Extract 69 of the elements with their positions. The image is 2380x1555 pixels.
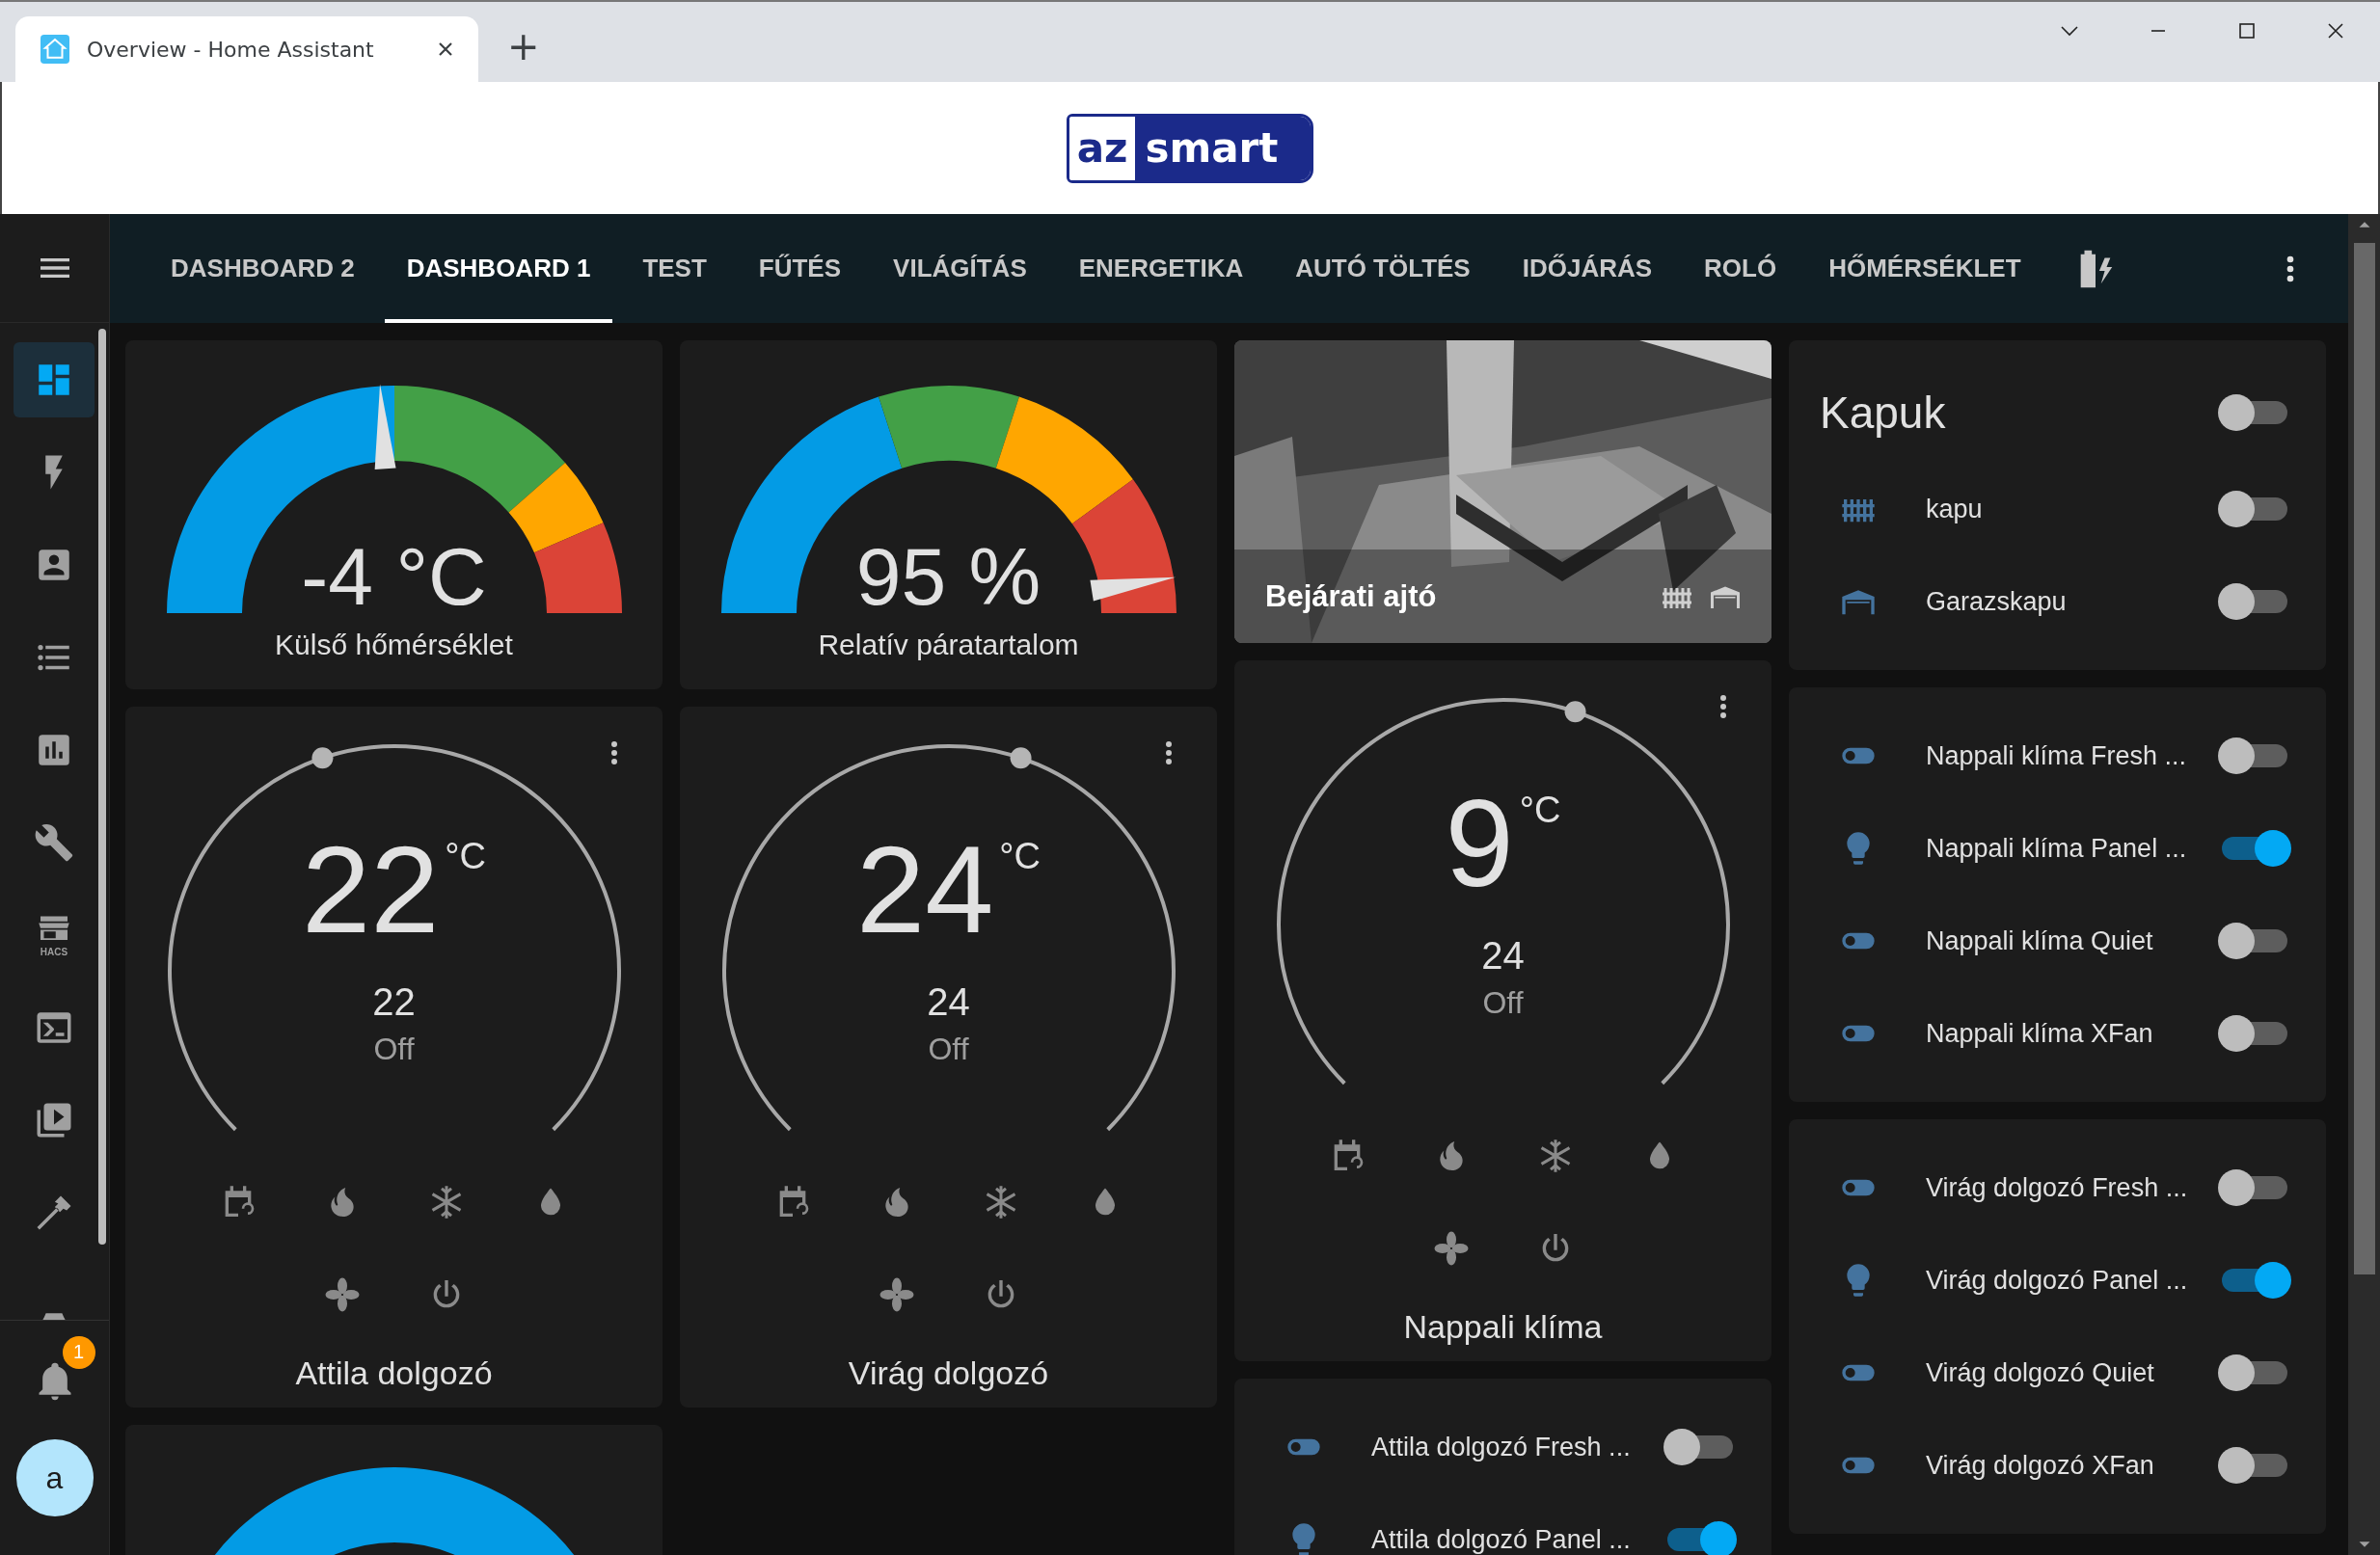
- user-avatar[interactable]: a: [15, 1439, 94, 1517]
- current-temperature: 22: [372, 980, 416, 1024]
- entity-name: Virág dolgozó Panel ...: [1926, 1265, 2189, 1296]
- scrollbar[interactable]: [2353, 243, 2375, 1274]
- dashboard-tab[interactable]: TEST: [620, 214, 729, 323]
- dial-handle[interactable]: [311, 747, 333, 769]
- entity-name: Virág dolgozó Quiet: [1926, 1357, 2155, 1388]
- browser-tab[interactable]: Overview - Home Assistant: [15, 16, 478, 82]
- thermostat-name: Nappali klíma: [1403, 1308, 1603, 1346]
- new-tab-button[interactable]: +: [498, 23, 550, 68]
- camera-name: Bejárati ajtó: [1265, 578, 1437, 614]
- dashboard-tab[interactable]: DASHBOARD 1: [384, 214, 613, 323]
- gauge-value: -4 °C: [301, 536, 487, 617]
- temperature-unit: °C: [1519, 790, 1561, 831]
- toggle-switch[interactable]: [1663, 1428, 1733, 1466]
- sidebar-item[interactable]: HACS: [14, 898, 95, 973]
- target-temperature: 24: [856, 828, 994, 952]
- entity-name: kapu: [1926, 494, 1984, 524]
- dial-handle[interactable]: [1564, 701, 1586, 723]
- thermostat-name: Virág dolgozó: [848, 1354, 1049, 1392]
- toggle-switch[interactable]: [2218, 1168, 2287, 1207]
- dashboard-tab[interactable]: ENERGETIKA: [1056, 214, 1266, 323]
- toggle-switch[interactable]: [2218, 922, 2287, 960]
- dashboard-tab[interactable]: HŐMÉRSÉKLET: [1806, 214, 2043, 323]
- toggle-switch[interactable]: [2218, 1354, 2287, 1392]
- target-temperature: 22: [302, 828, 440, 952]
- entity-name: Attila dolgozó Fresh ...: [1371, 1432, 1632, 1462]
- entity-name: Nappali klíma Panel ...: [1926, 833, 2188, 864]
- toggle-switch[interactable]: [2218, 393, 2287, 432]
- dial-handle[interactable]: [1010, 747, 1032, 769]
- wrench-icon: [34, 822, 74, 863]
- entity-name: Nappali klíma Quiet: [1926, 925, 2154, 956]
- gauge-label: Külső hőmérséklet: [275, 629, 513, 661]
- toggle-switch[interactable]: [2218, 582, 2287, 621]
- sidebar-item[interactable]: [14, 342, 95, 417]
- toggle-switch[interactable]: [2218, 737, 2287, 775]
- entity-name: Virág dolgozó XFan: [1926, 1450, 2155, 1481]
- dashboard-tab[interactable]: IDŐJÁRÁS: [1500, 214, 1675, 323]
- notification-badge: 1: [62, 1335, 95, 1369]
- target-temperature: 9: [1445, 782, 1514, 905]
- tab-title: Overview - Home Assistant: [87, 37, 375, 62]
- toggle-switch[interactable]: [2218, 1014, 2287, 1053]
- entity-name: Garazskapu: [1926, 586, 2068, 617]
- camera-card[interactable]: Bejárati ajtó: [1234, 340, 1771, 643]
- gauge-label: Relatív páratartalom: [818, 629, 1079, 661]
- house-icon: [41, 35, 69, 64]
- dashboard-tab[interactable]: VILÁGÍTÁS: [871, 214, 1049, 323]
- toggle-switch[interactable]: [2218, 490, 2287, 528]
- hvac-state: Off: [928, 1032, 969, 1067]
- hvac-state: Off: [1482, 985, 1524, 1021]
- hvac-state: Off: [373, 1032, 415, 1067]
- gauge-value: 95 %: [855, 536, 1041, 617]
- entity-name: Attila dolgozó Panel ...: [1371, 1524, 1632, 1555]
- scrollbar[interactable]: [98, 329, 106, 1245]
- dashboard-tab[interactable]: FŰTÉS: [736, 214, 864, 323]
- dashboard-tab[interactable]: DASHBOARD 2: [149, 214, 377, 323]
- dashboard-tab[interactable]: AUTÓ TÖLTÉS: [1273, 214, 1493, 323]
- current-temperature: 24: [927, 980, 970, 1024]
- toggle-switch[interactable]: [2218, 1446, 2287, 1485]
- entity-name: Virág dolgozó Fresh ...: [1926, 1172, 2189, 1203]
- dashboard-tab[interactable]: ROLÓ: [1682, 214, 1799, 323]
- entity-name: Nappali klíma XFan: [1926, 1018, 2154, 1049]
- card-title: Kapuk: [1820, 387, 1947, 439]
- entity-name: Nappali klíma Fresh ...: [1926, 740, 2188, 771]
- logo: az smart: [1066, 113, 1314, 183]
- current-temperature: 24: [1481, 934, 1525, 978]
- thermostat-name: Attila dolgozó: [295, 1354, 493, 1392]
- temperature-unit: °C: [999, 836, 1041, 877]
- temperature-unit: °C: [445, 836, 486, 877]
